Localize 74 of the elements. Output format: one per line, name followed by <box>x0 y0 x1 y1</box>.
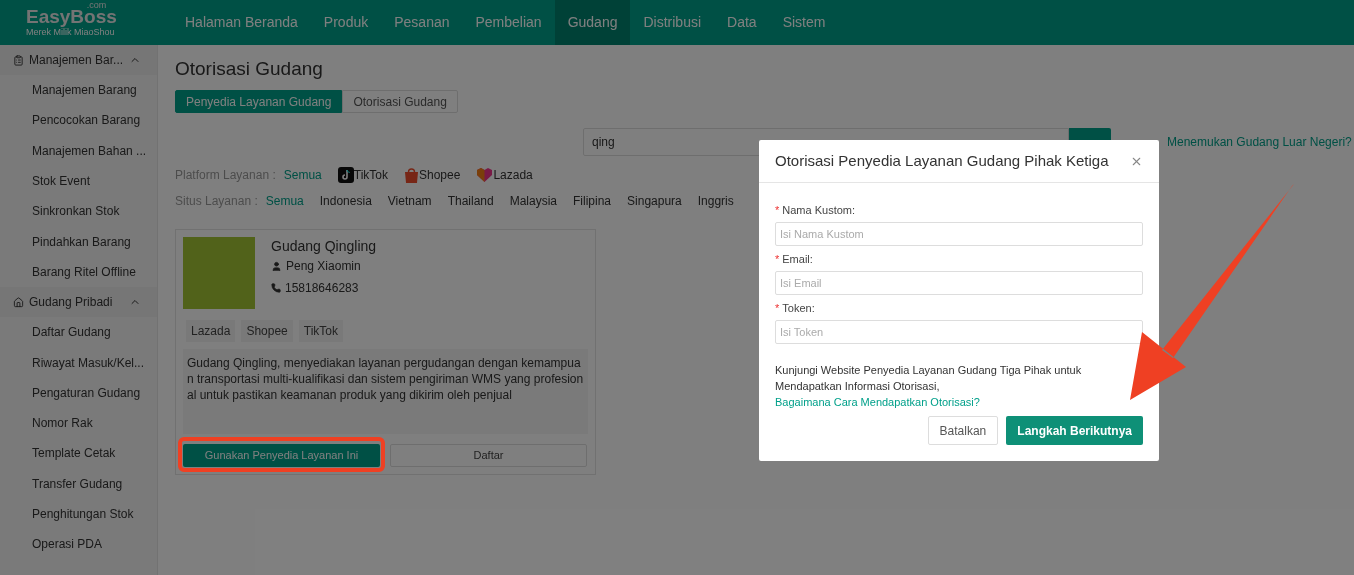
filter-option[interactable]: Malaysia <box>509 191 557 210</box>
filter-option[interactable]: Inggris <box>697 191 734 210</box>
nav-tab[interactable]: Pembelian <box>462 0 555 45</box>
nav-tab[interactable]: Halaman Beranda <box>172 0 311 45</box>
provider-name: Gudang Qingling <box>271 237 377 255</box>
platform-tag: Shopee <box>241 320 293 342</box>
brand-suffix: .com <box>86 1 107 10</box>
sidebar-item[interactable]: Manajemen Bahan ... <box>0 135 157 166</box>
filter-option[interactable]: Lazada <box>476 165 533 184</box>
sidebar-item[interactable]: Operasi PDA <box>0 529 157 560</box>
register-button[interactable]: Daftar <box>390 443 587 467</box>
clipboard-icon <box>13 54 24 66</box>
brand-logo: EasyBoss <box>26 7 117 27</box>
filter-option[interactable]: Indonesia <box>319 191 372 210</box>
sidebar-item[interactable]: Nomor Rak <box>0 407 157 439</box>
use-provider-button[interactable]: Gunakan Penyedia Layanan Ini <box>183 443 380 467</box>
filter-option[interactable]: Semua <box>265 191 304 210</box>
help-link[interactable]: Bagaimana Cara Mendapatkan Otorisasi? <box>775 394 1143 410</box>
field-label: Email: <box>782 251 813 267</box>
filter-option[interactable]: Semua <box>283 165 322 184</box>
filter-option[interactable]: Singapura <box>627 191 682 210</box>
cancel-button[interactable]: Batalkan <box>927 416 999 445</box>
phone-icon <box>271 283 281 293</box>
sidebar-item[interactable]: Template Cetak <box>0 438 157 469</box>
required-asterisk: * <box>775 251 780 267</box>
shopping-bag-icon <box>404 166 419 183</box>
dialog-title: Otorisasi Penyedia Layanan Gudang Pihak Ketiga <box>775 150 1109 171</box>
text-field[interactable]: Isi Token <box>775 320 1143 344</box>
page-title: Otorisasi Gudang <box>175 57 324 81</box>
sidebar-item[interactable]: Daftar Gudang <box>0 317 157 348</box>
page-tab[interactable]: Penyedia Layanan Gudang <box>175 90 343 113</box>
text-field[interactable]: Isi Nama Kustom <box>775 222 1143 246</box>
brand-tagline: Merek Milik MiaoShou <box>26 27 115 38</box>
required-asterisk: * <box>775 202 780 218</box>
sidebar-group[interactable]: Gudang Pribadi <box>0 287 157 318</box>
sidebar-item[interactable]: Manajemen Barang <box>0 75 157 106</box>
next-step-button[interactable]: Langkah Berikutnya <box>1006 416 1143 445</box>
sidebar-group[interactable]: Manajemen Bar... <box>0 45 157 75</box>
nav-tab[interactable]: Gudang <box>554 0 631 45</box>
heart-logo-icon <box>476 166 494 183</box>
contact-name: Peng Xiaomin <box>286 258 361 275</box>
platform-tag: TikTok <box>298 320 343 342</box>
sidebar-item[interactable]: Riwayat Masuk/Kel... <box>0 347 157 378</box>
page-tab[interactable]: Otorisasi Gudang <box>342 90 458 113</box>
sidebar-item[interactable]: Pengaturan Gudang <box>0 377 157 408</box>
sidebar-item[interactable]: Stok Event <box>0 165 157 197</box>
sidebar-item[interactable]: Pencocokan Barang <box>0 105 157 136</box>
sidebar-item[interactable]: Pindahkan Barang <box>0 226 157 257</box>
phone-number: 15818646283 <box>285 280 359 297</box>
help-link[interactable]: Menemukan Gudang Luar Negeri? <box>1167 133 1352 151</box>
nav-tab[interactable]: Produk <box>310 0 382 45</box>
field-label: Token: <box>782 300 815 316</box>
filter-option[interactable]: Shopee <box>404 165 461 184</box>
required-asterisk: * <box>775 300 780 316</box>
sidebar-item[interactable]: Sinkronkan Stok <box>0 196 157 227</box>
platform-tag: Lazada <box>186 320 236 342</box>
nav-tab[interactable]: Sistem <box>769 0 839 45</box>
house-icon <box>13 296 24 308</box>
text-field[interactable]: Isi Email <box>775 271 1143 295</box>
nav-tab[interactable]: Distribusi <box>630 0 715 45</box>
nav-tab[interactable]: Data <box>714 0 770 45</box>
filter-option[interactable]: Filipina <box>573 191 612 210</box>
provider-description: Gudang Qingling, menyediakan layanan pergudangan dengan kemampuan transportasi multi-kualifikasi dan sistem pengiriman WMS yang profesional untuk pastikan keamanan produk yang dikirim oleh penjual <box>183 349 588 434</box>
field-label: Nama Kustom: <box>782 202 856 218</box>
logo-placeholder <box>183 237 255 309</box>
sidebar-item[interactable]: Transfer Gudang <box>0 468 157 499</box>
filter-option[interactable]: Vietnam <box>387 191 432 210</box>
tiktok-logo-icon <box>337 166 354 183</box>
nav-tab[interactable]: Pesanan <box>381 0 463 45</box>
filter-option[interactable]: Thailand <box>447 191 494 210</box>
dialog-note: Kunjungi Website Penyedia Layanan Gudang Tiga Pihak untuk Mendapatkan Informasi Otorisasi, <box>775 363 1083 394</box>
filter-option[interactable]: TikTok <box>337 165 388 184</box>
sidebar-item[interactable]: Penghitungan Stok <box>0 498 157 530</box>
person-icon <box>271 260 282 272</box>
